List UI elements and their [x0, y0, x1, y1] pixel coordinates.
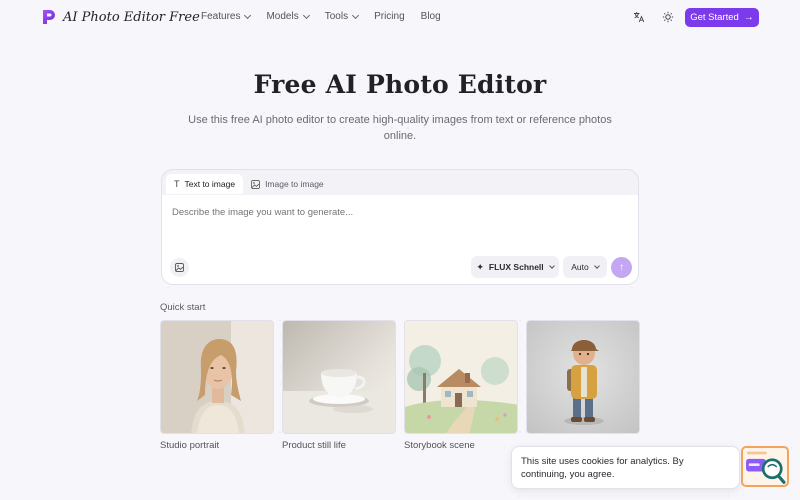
prompt-area: ✦ FLUX Schnell Auto ↑	[162, 195, 638, 284]
nav-pricing[interactable]: Pricing	[374, 11, 405, 22]
nav-pricing-label: Pricing	[374, 11, 405, 22]
brand-logo[interactable]: AI Photo Editor Free	[42, 9, 200, 25]
quick-start-character[interactable]	[526, 320, 640, 434]
get-started-button[interactable]: Get Started →	[685, 8, 759, 27]
nav-tools-label: Tools	[324, 11, 349, 22]
translate-icon[interactable]	[633, 11, 645, 23]
generate-button[interactable]: ↑	[611, 257, 632, 278]
image-icon	[251, 179, 260, 189]
nav-blog-label: Blog	[420, 11, 441, 22]
nav-blog[interactable]: Blog	[421, 11, 441, 22]
aspect-ratio-label: Auto	[571, 262, 589, 272]
chevron-down-icon	[302, 11, 310, 19]
chevron-down-icon	[548, 263, 555, 269]
storybook-scene-thumbnail	[405, 321, 517, 433]
product-still-life-thumbnail	[283, 321, 395, 433]
arrow-right-icon: →	[743, 12, 754, 23]
logo-mark-icon	[43, 10, 55, 24]
nav-tools[interactable]: Tools	[324, 11, 360, 22]
nav-models[interactable]: Models	[266, 11, 310, 22]
quick-start-studio-portrait[interactable]	[160, 320, 274, 434]
nav-models-label: Models	[266, 11, 299, 22]
quick-start-caption: Storybook scene	[404, 440, 475, 451]
aspect-ratio-select[interactable]: Auto	[563, 256, 607, 278]
tab-image-to-image[interactable]: Image to image	[243, 174, 332, 194]
quick-start-caption: Studio portrait	[160, 440, 220, 451]
sparkle-icon: ✦	[476, 261, 484, 272]
arrow-up-icon: ↑	[619, 262, 624, 273]
chat-search-icon	[746, 451, 786, 484]
character-figurine-thumbnail	[527, 321, 639, 433]
tab-text-to-image[interactable]: T Text to image	[166, 174, 244, 194]
quick-start-product-still-life[interactable]	[282, 320, 396, 434]
page-title: Free AI Photo Editor	[253, 70, 547, 99]
nav-features-label: Features	[201, 11, 241, 22]
prompt-input[interactable]	[172, 207, 592, 218]
upload-image-button[interactable]	[170, 258, 189, 277]
chevron-down-icon	[593, 263, 600, 269]
cookie-banner-text: This site uses cookies for analytics. By…	[521, 456, 684, 480]
quick-start-caption: Product still life	[282, 440, 346, 451]
model-select-label: FLUX Schnell	[488, 262, 544, 272]
image-add-icon	[175, 263, 184, 272]
sun-icon[interactable]	[662, 11, 674, 23]
brand-name: AI Photo Editor Free	[63, 9, 200, 25]
quick-start-storybook-scene[interactable]	[404, 320, 518, 434]
text-icon: T	[174, 179, 180, 189]
tab-text-to-image-label: Text to image	[184, 179, 236, 189]
chevron-down-icon	[352, 11, 360, 19]
generator-card: T Text to image Image to image ✦ FLUX Sc…	[161, 169, 639, 285]
page-subtitle: Use this free AI photo editor to create …	[188, 114, 612, 142]
studio-portrait-thumbnail	[161, 321, 273, 433]
generator-tabs: T Text to image Image to image	[166, 174, 332, 194]
top-nav: AI Photo Editor Free Features Models Too…	[0, 0, 800, 36]
nav-features[interactable]: Features	[201, 11, 252, 22]
model-select[interactable]: ✦ FLUX Schnell	[471, 256, 559, 278]
chevron-down-icon	[244, 11, 252, 19]
nav-links: Features Models Tools Pricing Blog	[201, 11, 457, 22]
support-widget[interactable]	[741, 446, 789, 487]
tab-image-to-image-label: Image to image	[265, 179, 324, 189]
quick-start-label: Quick start	[160, 302, 206, 313]
get-started-label: Get Started	[690, 12, 739, 23]
cookie-banner: This site uses cookies for analytics. By…	[511, 446, 740, 489]
